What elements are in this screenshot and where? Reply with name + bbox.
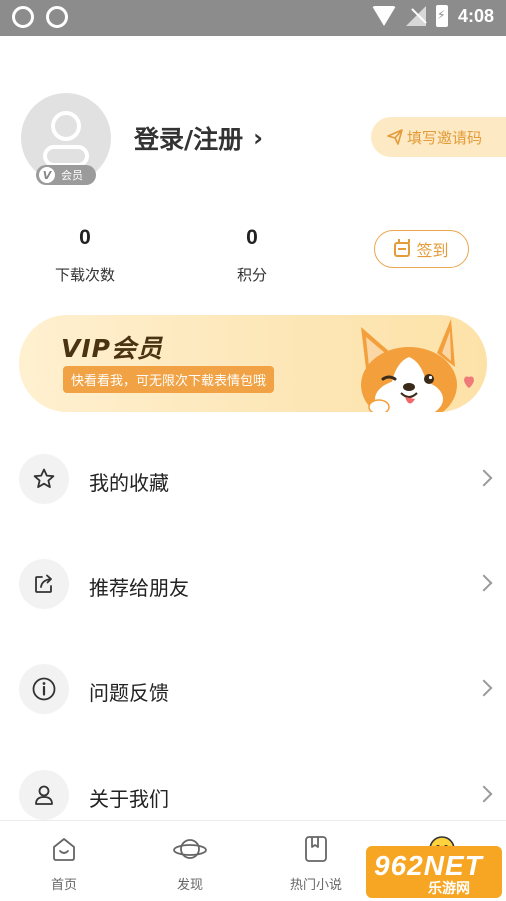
status-time: 4:08 <box>457 5 494 26</box>
nav-home[interactable]: 首页 <box>14 833 114 893</box>
info-icon <box>19 664 69 714</box>
avatar-head <box>51 111 81 141</box>
nav-novels[interactable]: 热门小说 <box>266 833 366 893</box>
chevron-right-icon <box>475 469 493 487</box>
vip-banner-subtitle: 快看看我，可无限次下载表情包哦 <box>63 366 275 393</box>
star-icon <box>19 454 69 504</box>
nav-discover[interactable]: 发现 <box>140 833 240 893</box>
share-icon <box>19 559 69 609</box>
book-icon <box>266 833 366 865</box>
calendar-icon <box>394 238 411 257</box>
nav-novels-label: 热门小说 <box>289 878 342 893</box>
vip-banner-title: VIP会员 <box>61 334 163 363</box>
vip-v-icon: V <box>39 167 55 183</box>
user-icon <box>19 770 69 820</box>
battery-charging-icon <box>435 5 448 27</box>
nav-discover-label: 发现 <box>176 878 203 893</box>
menu-item-favorites[interactable]: 我的收藏 <box>0 451 506 511</box>
points-label: 积分 <box>236 266 267 284</box>
status-right-icons: 4:08 <box>371 5 494 27</box>
no-signal-icon <box>405 6 426 26</box>
menu-item-about[interactable]: 关于我们 <box>0 767 506 827</box>
watermark-logo: 962NET 乐游网 <box>366 846 502 898</box>
checkin-label: 签到 <box>416 241 449 260</box>
invite-code-label: 填写邀请码 <box>407 128 483 147</box>
nav-home-label: 首页 <box>50 878 77 893</box>
points-count: 0 <box>246 226 258 249</box>
chevron-right-icon <box>475 679 493 697</box>
login-register-label: 登录/注册 <box>134 125 244 154</box>
member-badge-label: 会员 <box>61 169 83 182</box>
wifi-icon <box>371 6 396 26</box>
downloads-count: 0 <box>79 226 91 249</box>
status-bar: 4:08 <box>0 0 506 36</box>
app-icon <box>12 6 34 28</box>
avatar-body <box>43 145 89 167</box>
login-register-link[interactable]: 登录/注册 › <box>134 120 263 156</box>
watermark-small-text: 乐游网 <box>428 880 470 896</box>
menu-item-share[interactable]: 推荐给朋友 <box>0 556 506 616</box>
checkin-button[interactable]: 签到 <box>374 230 469 268</box>
invite-code-button[interactable]: 填写邀请码 <box>371 117 506 157</box>
chevron-right-icon: › <box>253 124 264 152</box>
points-stat[interactable]: 0 积分 <box>222 226 282 285</box>
menu-item-label: 我的收藏 <box>89 471 169 495</box>
planet-icon <box>140 833 240 865</box>
paper-plane-icon <box>387 129 403 145</box>
menu-item-label: 推荐给朋友 <box>89 576 189 600</box>
chevron-right-icon <box>475 785 493 803</box>
member-badge: V 会员 <box>36 165 96 185</box>
corgi-mascot-icon <box>361 319 474 412</box>
app-icon <box>46 6 68 28</box>
menu-item-feedback[interactable]: 问题反馈 <box>0 661 506 721</box>
status-left-icons <box>12 6 68 28</box>
menu-item-label: 关于我们 <box>89 787 169 811</box>
vip-banner[interactable]: VIP会员 快看看我，可无限次下载表情包哦 <box>19 315 487 412</box>
downloads-label: 下载次数 <box>54 266 115 284</box>
chevron-right-icon <box>475 574 493 592</box>
downloads-stat[interactable]: 0 下载次数 <box>45 226 125 285</box>
menu-item-label: 问题反馈 <box>89 681 169 705</box>
home-icon <box>14 833 114 865</box>
